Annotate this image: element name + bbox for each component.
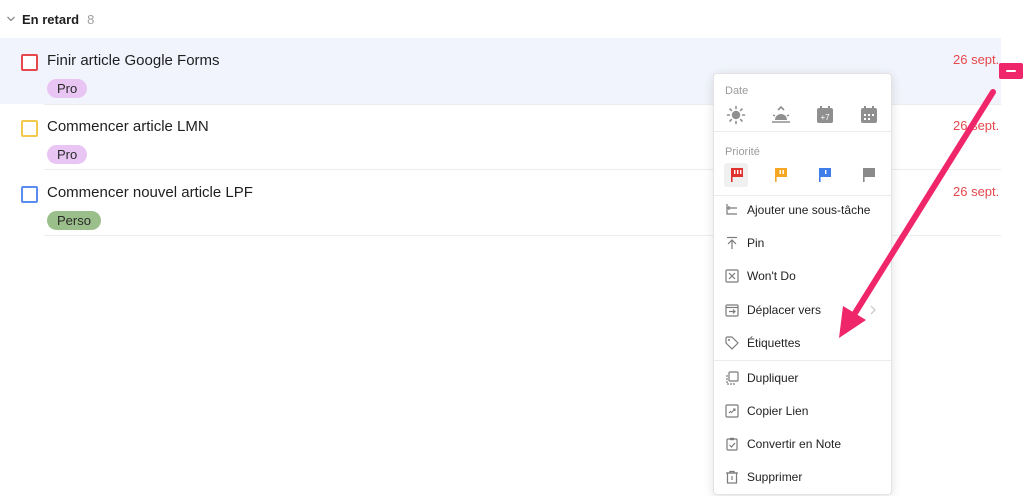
task-tag[interactable]: Pro [47, 79, 88, 98]
date-section-label: Date [725, 85, 749, 97]
more-dots-icon [1006, 70, 1016, 72]
menu-item-label: Étiquettes [747, 336, 801, 350]
chevron-right-icon [870, 305, 876, 315]
date-shortcuts: +7 [714, 104, 891, 126]
link-icon [725, 404, 739, 418]
move-icon [725, 304, 739, 317]
task-context-menu: Date +7 Priorité Ajouter une sous-tâche … [713, 73, 892, 495]
flag-none-icon[interactable] [858, 164, 880, 186]
more-options-button[interactable] [999, 63, 1023, 79]
priority-section-label: Priorité [725, 146, 760, 158]
menu-separator [714, 131, 891, 132]
menu-item-label: Won't Do [747, 269, 796, 283]
menu-item-label: Ajouter une sous-tâche [747, 203, 871, 217]
menu-item-tags[interactable]: Étiquettes [714, 329, 891, 357]
task-checkbox[interactable] [21, 54, 38, 71]
menu-item-pin[interactable]: Pin [714, 229, 891, 257]
menu-item-duplicate[interactable]: Dupliquer [714, 364, 891, 392]
menu-separator [714, 360, 891, 361]
note-icon [726, 437, 738, 451]
task-due-date[interactable]: 26 sept. [953, 52, 999, 67]
menu-item-move-to[interactable]: Déplacer vers [714, 296, 891, 324]
calendar-icon[interactable] [858, 104, 880, 126]
section-header-overdue[interactable]: En retard 8 [6, 8, 94, 30]
menu-item-label: Convertir en Note [747, 437, 842, 451]
subtask-icon [726, 204, 737, 215]
sun-icon[interactable] [725, 104, 747, 126]
menu-item-convert-to-note[interactable]: Convertir en Note [714, 430, 891, 458]
task-title[interactable]: Commencer article LMN [47, 118, 209, 135]
menu-item-copy-link[interactable]: Copier Lien [714, 397, 891, 425]
calendar-plus-7-text: +7 [820, 113, 830, 122]
task-checkbox[interactable] [21, 186, 38, 203]
menu-item-label: Supprimer [747, 470, 803, 484]
section-count: 8 [87, 11, 95, 27]
pin-icon [727, 236, 737, 249]
menu-item-wont-do[interactable]: Won't Do [714, 262, 891, 290]
task-checkbox[interactable] [21, 120, 38, 137]
trash-icon [726, 470, 738, 484]
chevron-down-icon[interactable] [6, 14, 16, 24]
wont-do-icon [725, 269, 739, 283]
task-due-date[interactable]: 26 sept. [953, 118, 999, 133]
task-title[interactable]: Commencer nouvel article LPF [47, 184, 253, 201]
flag-high-icon[interactable] [726, 164, 748, 186]
menu-item-add-subtask[interactable]: Ajouter une sous-tâche [714, 196, 891, 224]
menu-item-label: Pin [747, 236, 765, 250]
menu-item-label: Copier Lien [747, 404, 809, 418]
menu-item-label: Dupliquer [747, 371, 799, 385]
priority-options [714, 164, 891, 186]
task-title[interactable]: Finir article Google Forms [47, 52, 220, 69]
tag-icon [725, 336, 739, 350]
flag-low-icon[interactable] [814, 164, 836, 186]
task-tag[interactable]: Perso [47, 211, 101, 230]
calendar-plus-7-icon[interactable]: +7 [814, 104, 836, 126]
sunrise-icon[interactable] [770, 104, 792, 126]
flag-medium-icon[interactable] [770, 164, 792, 186]
section-title: En retard [22, 11, 80, 27]
duplicate-icon [726, 371, 739, 385]
menu-item-delete[interactable]: Supprimer [714, 463, 891, 491]
task-due-date[interactable]: 26 sept. [953, 184, 999, 199]
menu-item-label: Déplacer vers [747, 303, 822, 317]
task-tag[interactable]: Pro [47, 145, 88, 164]
